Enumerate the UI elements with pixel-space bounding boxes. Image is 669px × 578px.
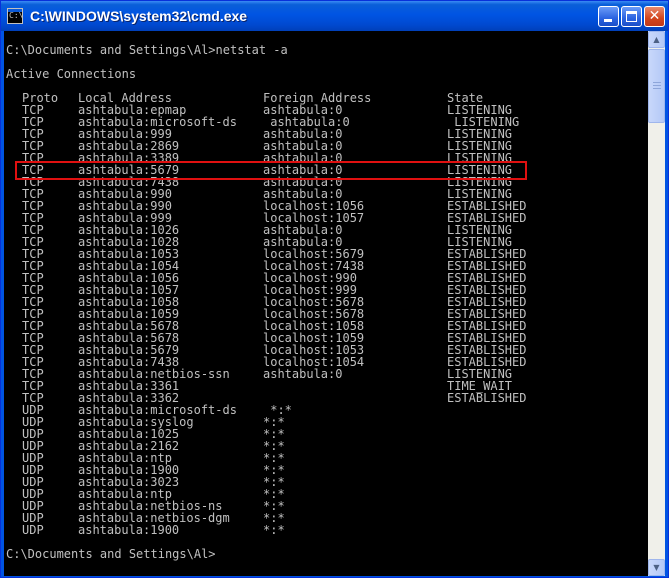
final-prompt: C:\Documents and Settings\Al> [6, 547, 216, 561]
grip-line [653, 85, 661, 86]
cmd-icon[interactable]: C:\ [7, 8, 23, 24]
vertical-scrollbar[interactable]: ▲ ▼ [648, 31, 665, 576]
grip-line [653, 82, 661, 83]
grip-line [653, 88, 661, 89]
maximize-icon [626, 11, 637, 22]
close-icon: ✕ [648, 8, 661, 24]
scroll-down-button[interactable]: ▼ [648, 559, 665, 576]
maximize-button[interactable] [621, 6, 642, 27]
table-row: UDP ashtabula:1900 *:* [6, 524, 646, 536]
row-proto: UDP [22, 523, 44, 537]
scroll-up-button[interactable]: ▲ [648, 31, 665, 48]
prompt-line: C:\Documents and Settings\Al>netstat -a [6, 44, 288, 57]
close-button[interactable]: ✕ [644, 6, 665, 27]
title-bar[interactable]: C:\ C:\WINDOWS\system32\cmd.exe ✕ [1, 1, 668, 31]
cmd-window: C:\ C:\WINDOWS\system32\cmd.exe ✕ C:\Doc… [0, 0, 669, 578]
row-state: ESTABLISHED [447, 391, 527, 405]
row-foreign-address: ashtabula:0 [263, 367, 343, 381]
section-title: Active Connections [6, 67, 137, 81]
row-local-address: ashtabula:1900 [78, 523, 180, 537]
minimize-button[interactable] [598, 6, 619, 27]
minimize-icon [604, 19, 612, 22]
row-foreign-address: *:* [263, 523, 285, 537]
highlight-box [15, 161, 527, 180]
console-output: C:\Documents and Settings\Al>netstat -a … [6, 44, 646, 574]
console-area[interactable]: C:\Documents and Settings\Al>netstat -a … [4, 31, 665, 576]
window-title: C:\WINDOWS\system32\cmd.exe [30, 8, 248, 24]
scrollbar-thumb[interactable] [648, 49, 665, 123]
